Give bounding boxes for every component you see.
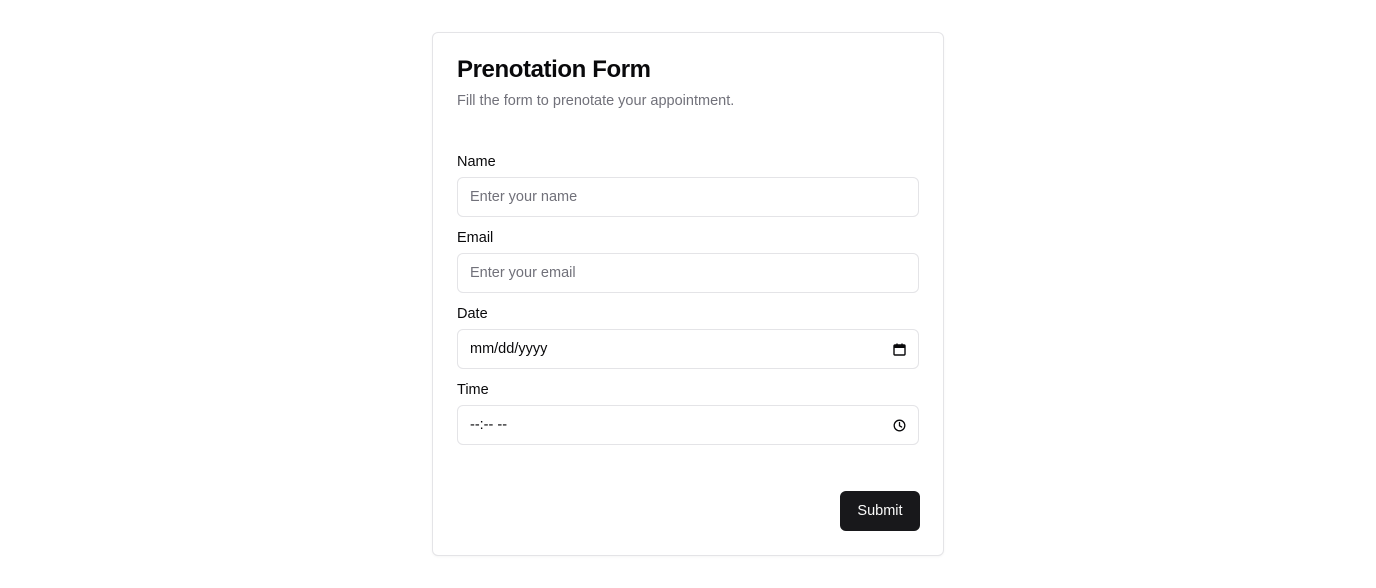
name-input-wrapper[interactable] — [457, 177, 919, 217]
form-title: Prenotation Form — [457, 56, 651, 83]
time-input-value: --:-- -- — [470, 417, 508, 433]
calendar-icon[interactable] — [891, 341, 907, 357]
date-label: Date — [457, 306, 488, 322]
submit-button[interactable]: Submit — [840, 491, 920, 531]
email-input[interactable] — [470, 265, 906, 281]
name-label: Name — [457, 154, 496, 170]
card-header: Prenotation Form Fill the form to prenot… — [457, 55, 919, 111]
date-input-value: mm/dd/yyyy — [470, 341, 548, 357]
email-field-group: Email — [457, 229, 919, 293]
form-description: Fill the form to prenotate your appointm… — [457, 93, 735, 109]
name-input[interactable] — [470, 189, 906, 205]
time-label: Time — [457, 382, 489, 398]
date-field-group: Date mm/dd/yyyy — [457, 305, 919, 369]
date-input[interactable]: mm/dd/yyyy — [457, 329, 919, 369]
email-input-wrapper[interactable] — [457, 253, 919, 293]
time-input[interactable]: --:-- -- — [457, 405, 919, 445]
email-label: Email — [457, 230, 494, 246]
name-field-group: Name — [457, 153, 919, 217]
clock-icon[interactable] — [891, 417, 907, 433]
prenotation-form-card: Prenotation Form Fill the form to prenot… — [432, 32, 944, 556]
time-field-group: Time --:-- -- — [457, 381, 919, 445]
